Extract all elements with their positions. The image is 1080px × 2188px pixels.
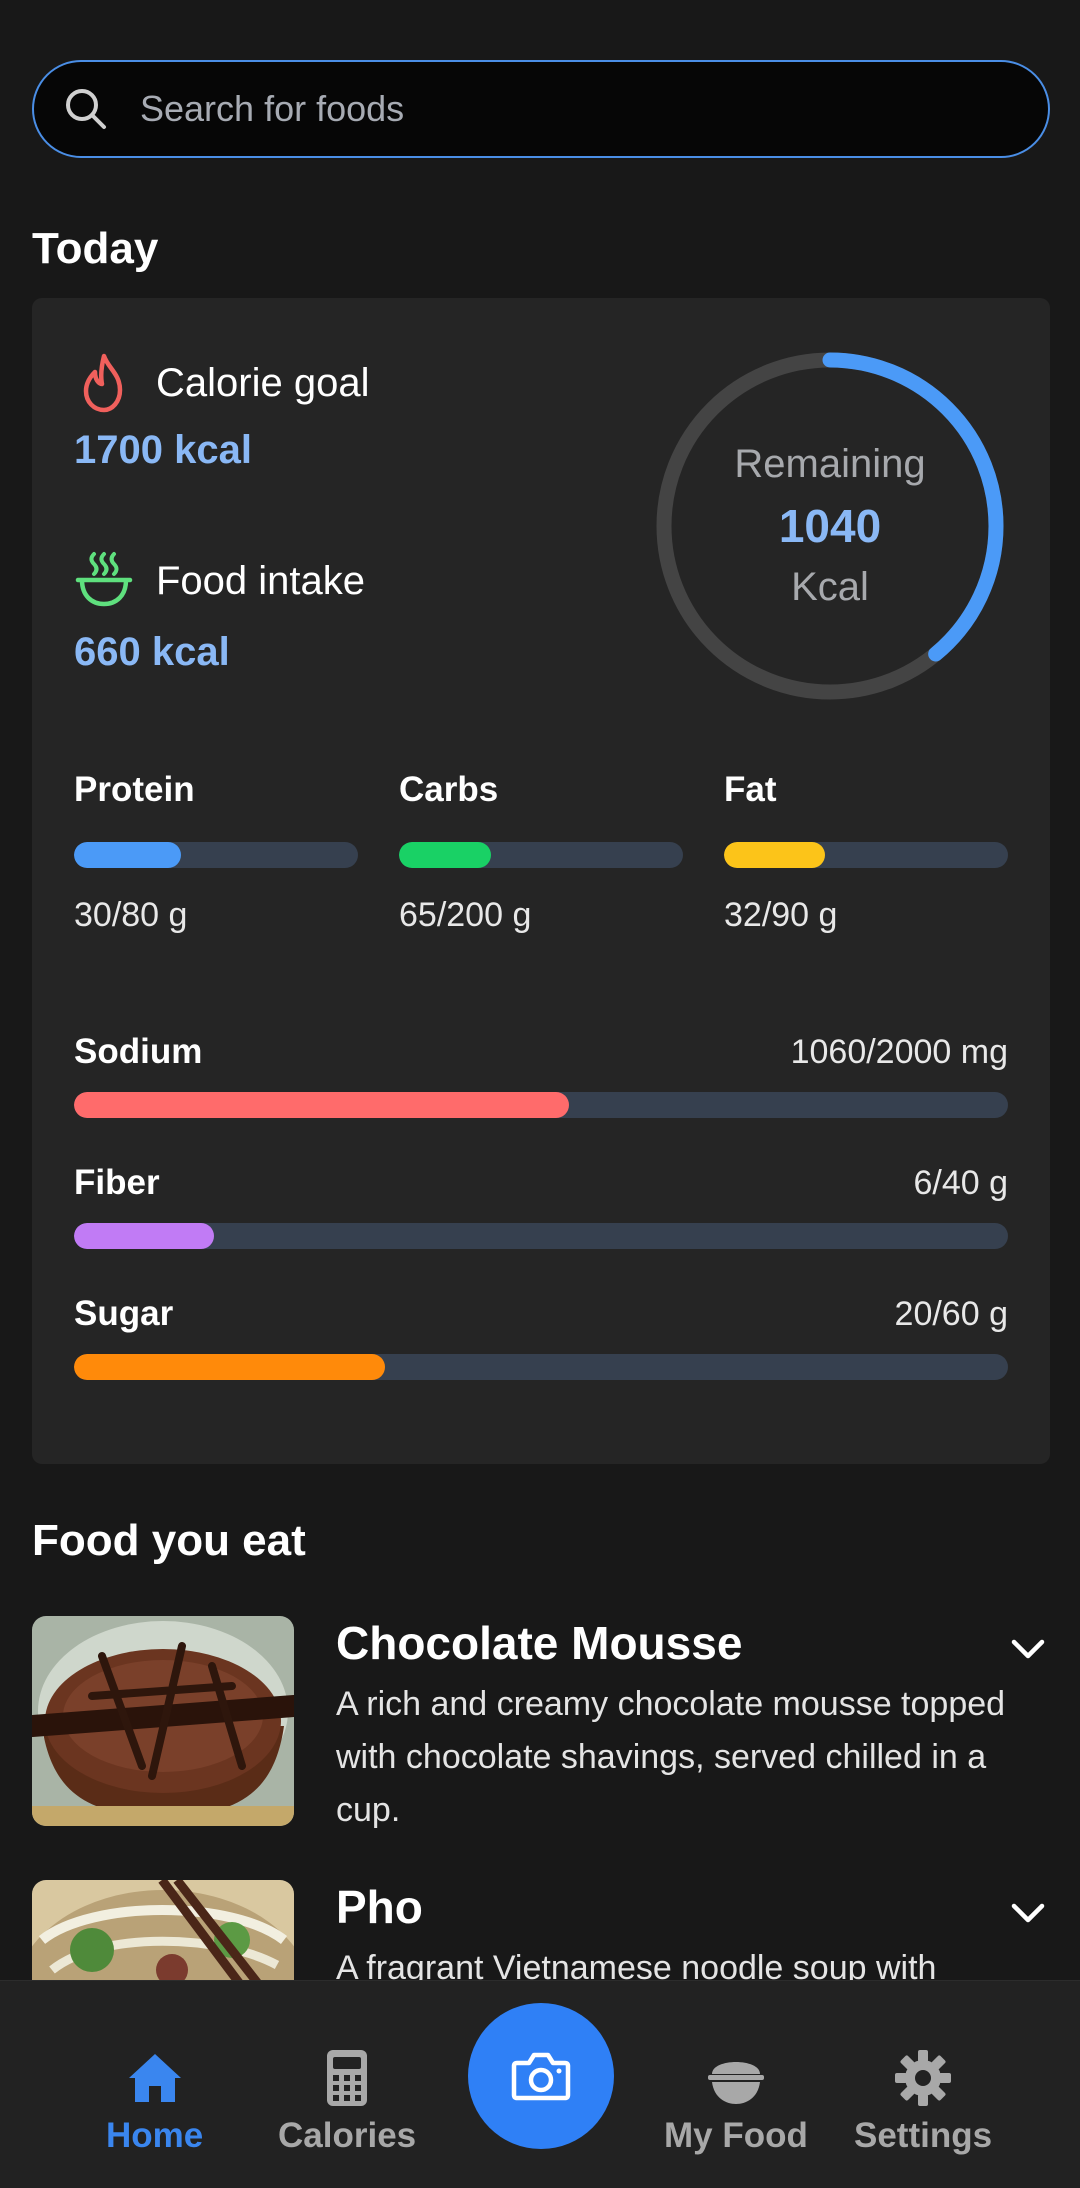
nutrient-name: Sugar	[74, 1294, 174, 1333]
nutrient-progress-track	[74, 1354, 1008, 1380]
calculator-icon	[327, 2050, 368, 2106]
nutrient-progress-fill	[74, 1223, 215, 1249]
macro-progress-fill	[74, 842, 181, 868]
food-intake-row: Food intake	[74, 550, 365, 612]
nutrient-value: 6/40 g	[913, 1164, 1008, 1202]
macro-carbs: Carbs 65/200 g	[399, 770, 683, 935]
nutrient-progress-track	[74, 1092, 1008, 1118]
remaining-label: Remaining	[734, 442, 926, 486]
food-description: A rich and creamy chocolate mousse toppe…	[336, 1685, 1006, 1829]
nutrient-sodium: Sodium 1060/2000 mg	[74, 1032, 1008, 1118]
macro-progress-track	[724, 842, 1008, 868]
calorie-goal-label: Calorie goal	[156, 360, 370, 405]
nutrient-progress-track	[74, 1223, 1008, 1249]
macro-progress-fill	[724, 842, 826, 868]
bowl-steam-icon	[75, 552, 133, 607]
home-icon	[128, 2054, 181, 2102]
today-title: Today	[32, 224, 159, 273]
chevron-down-icon[interactable]	[1006, 1892, 1050, 1936]
remaining-unit: Kcal	[791, 565, 869, 609]
macro-name: Protein	[74, 770, 195, 809]
chevron-down-icon[interactable]	[1006, 1628, 1050, 1672]
search-bar[interactable]	[32, 60, 1050, 158]
food-intake-value: 660 kcal	[74, 630, 230, 674]
calorie-goal-row: Calorie goal	[74, 352, 369, 414]
rice-bowl-icon	[707, 2062, 764, 2104]
nutrient-sugar: Sugar 20/60 g	[74, 1294, 1008, 1380]
nutrient-value: 1060/2000 mg	[790, 1033, 1008, 1071]
gear-icon	[895, 2050, 952, 2106]
today-summary-card: Calorie goal 1700 kcal Food intake 660 k…	[32, 298, 1050, 1464]
nutrient-progress-fill	[74, 1092, 570, 1118]
nutrient-name: Sodium	[74, 1032, 203, 1071]
food-name: Chocolate Mousse	[336, 1617, 743, 1669]
nutrient-name: Fiber	[74, 1163, 160, 1202]
nutrient-value: 20/60 g	[894, 1295, 1008, 1333]
food-list-title: Food you eat	[32, 1516, 306, 1565]
macro-name: Fat	[724, 770, 777, 809]
flame-icon	[83, 353, 123, 413]
macro-fat: Fat 32/90 g	[724, 770, 1008, 935]
nav-label: Calories	[278, 2116, 417, 2155]
food-name: Pho	[336, 1881, 423, 1933]
nutrient-fiber: Fiber 6/40 g	[74, 1163, 1008, 1249]
macro-value: 32/90 g	[724, 896, 838, 934]
nav-label: Home	[106, 2116, 204, 2155]
macro-progress-track	[399, 842, 683, 868]
macro-protein: Protein 30/80 g	[74, 770, 358, 935]
nav-label: My Food	[664, 2116, 808, 2155]
ring-center-text: Remaining 1040 Kcal	[650, 346, 1010, 706]
search-icon	[66, 89, 106, 129]
camera-icon	[511, 2052, 571, 2101]
nav-calories[interactable]: Calories	[278, 2048, 416, 2156]
search-input[interactable]	[140, 88, 1000, 130]
food-thumbnail-chocolate-mousse	[32, 1616, 294, 1826]
macro-name: Carbs	[399, 770, 499, 809]
macro-value: 30/80 g	[74, 896, 188, 934]
camera-button[interactable]	[468, 2003, 614, 2149]
nutrient-progress-fill	[74, 1354, 386, 1380]
macro-progress-fill	[399, 842, 492, 868]
food-intake-label: Food intake	[156, 558, 366, 603]
app-screen: Today Calorie goal 1700 kcal Food intake…	[0, 0, 1080, 2188]
nav-label: Settings	[854, 2116, 993, 2155]
calorie-goal-value: 1700 kcal	[74, 428, 252, 472]
remaining-value: 1040	[778, 500, 882, 552]
nav-settings[interactable]: Settings	[854, 2048, 992, 2156]
macro-value: 65/200 g	[399, 896, 532, 934]
nav-my-food[interactable]: My Food	[664, 2048, 808, 2156]
nav-home[interactable]: Home	[106, 2048, 203, 2156]
macro-progress-track	[74, 842, 358, 868]
